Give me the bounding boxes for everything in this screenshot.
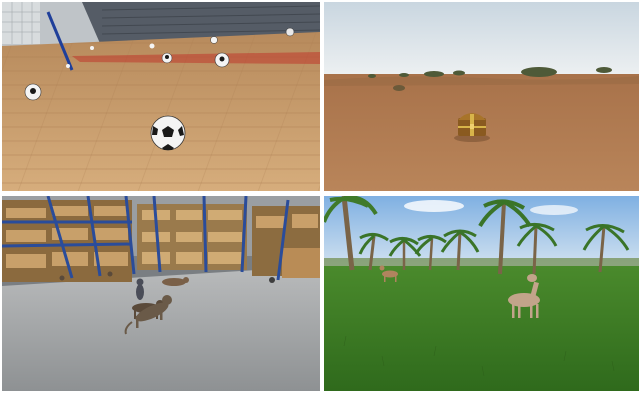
soccer-ball-icon [161, 52, 173, 64]
cat-icon [136, 278, 144, 300]
soccer-ball-icon [90, 46, 94, 50]
warehouse-floor [2, 266, 320, 391]
soccer-ball-icon [66, 64, 70, 68]
soccer-ball-icon [24, 83, 42, 101]
desert-scene-panel [324, 2, 639, 191]
desert-scene [324, 2, 639, 191]
storage-racks-right [252, 199, 320, 281]
soccer-ball-icon [150, 115, 186, 151]
soccer-ball-icon [149, 43, 155, 49]
palm-meadow-scene [324, 196, 639, 391]
soccer-court-scene [2, 2, 320, 191]
cardboard-boxes [282, 248, 320, 278]
soccer-ball-icon [210, 36, 218, 44]
storage-racks-left [2, 196, 136, 282]
dry-bush [393, 85, 405, 91]
soccer-ball-icon [214, 52, 230, 68]
warehouse-scene [2, 196, 320, 391]
grass-field [324, 266, 639, 391]
cat-icon [59, 275, 65, 281]
soccer-court-scene-panel [2, 2, 320, 191]
warehouse-scene-panel [2, 196, 320, 391]
soccer-ball-icon [285, 27, 295, 37]
cat-icon [269, 277, 275, 283]
cat-icon [107, 271, 113, 277]
desert-sky [324, 2, 639, 78]
goal-net [2, 2, 40, 44]
palm-meadow-scene-panel [324, 196, 639, 391]
storage-racks-center [137, 196, 248, 273]
